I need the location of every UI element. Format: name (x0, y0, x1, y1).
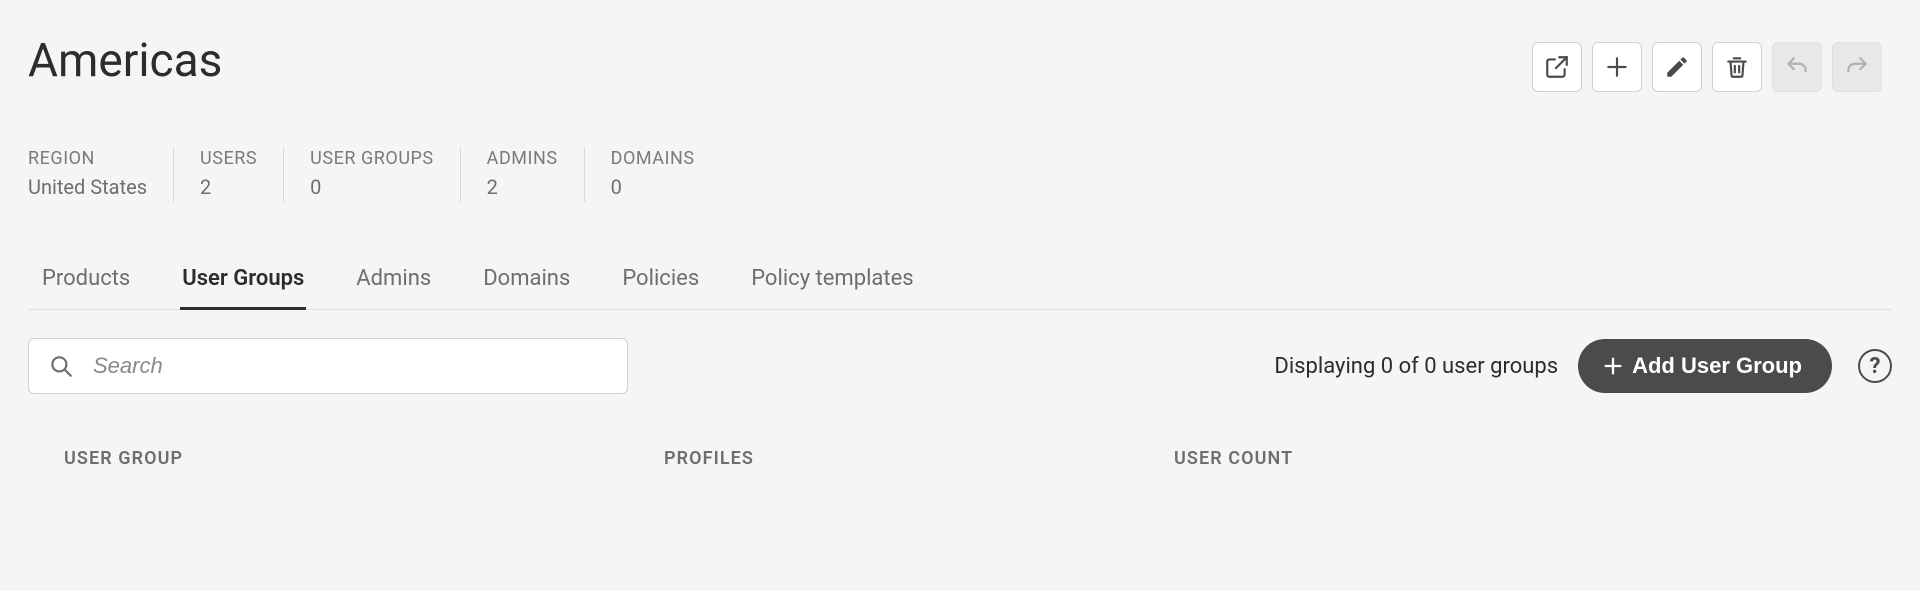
export-icon (1544, 54, 1570, 80)
plus-icon (1602, 355, 1624, 377)
undo-button (1772, 42, 1822, 92)
tab-admins[interactable]: Admins (354, 260, 433, 309)
tab-products[interactable]: Products (40, 260, 132, 309)
results-count-text: Displaying 0 of 0 user groups (1274, 354, 1558, 379)
delete-button[interactable] (1712, 42, 1762, 92)
stat-value: 2 (487, 175, 558, 199)
add-user-group-label: Add User Group (1632, 353, 1802, 379)
column-profiles: PROFILES (664, 448, 1174, 469)
page-title: Americas (28, 36, 222, 87)
column-user-group: USER GROUP (64, 448, 664, 469)
search-wrap (28, 338, 628, 394)
tab-user-groups[interactable]: User Groups (180, 260, 306, 309)
stat-label: DOMAINS (611, 148, 695, 169)
stat-region: REGION United States (28, 148, 174, 202)
stat-value: 2 (200, 175, 257, 199)
help-icon: ? (1870, 354, 1881, 379)
tab-policies[interactable]: Policies (620, 260, 701, 309)
toolbar (1532, 36, 1892, 92)
stat-domains: DOMAINS 0 (611, 148, 721, 202)
stat-label: REGION (28, 148, 147, 169)
stat-users: USERS 2 (200, 148, 284, 202)
stat-value: 0 (611, 175, 695, 199)
trash-icon (1724, 54, 1750, 80)
table-header-row: USER GROUP PROFILES USER COUNT (28, 448, 1892, 469)
edit-button[interactable] (1652, 42, 1702, 92)
tab-domains[interactable]: Domains (481, 260, 572, 309)
stat-value: 0 (310, 175, 434, 199)
stat-label: ADMINS (487, 148, 558, 169)
stat-label: USER GROUPS (310, 148, 434, 169)
stat-user-groups: USER GROUPS 0 (310, 148, 461, 202)
redo-button (1832, 42, 1882, 92)
undo-icon (1784, 54, 1810, 80)
plus-icon (1604, 54, 1630, 80)
tab-policy-templates[interactable]: Policy templates (749, 260, 915, 309)
export-button[interactable] (1532, 42, 1582, 92)
stat-admins: ADMINS 2 (487, 148, 585, 202)
search-input[interactable] (28, 338, 628, 394)
column-user-count: USER COUNT (1174, 448, 1574, 469)
help-button[interactable]: ? (1858, 349, 1892, 383)
search-icon (48, 353, 74, 379)
stat-label: USERS (200, 148, 257, 169)
redo-icon (1844, 54, 1870, 80)
add-user-group-button[interactable]: Add User Group (1578, 339, 1832, 393)
stats-row: REGION United States USERS 2 USER GROUPS… (28, 148, 1892, 202)
stat-value: United States (28, 175, 147, 199)
action-row: Displaying 0 of 0 user groups Add User G… (28, 338, 1892, 394)
tabs: Products User Groups Admins Domains Poli… (28, 260, 1892, 310)
pencil-icon (1664, 54, 1690, 80)
add-button[interactable] (1592, 42, 1642, 92)
